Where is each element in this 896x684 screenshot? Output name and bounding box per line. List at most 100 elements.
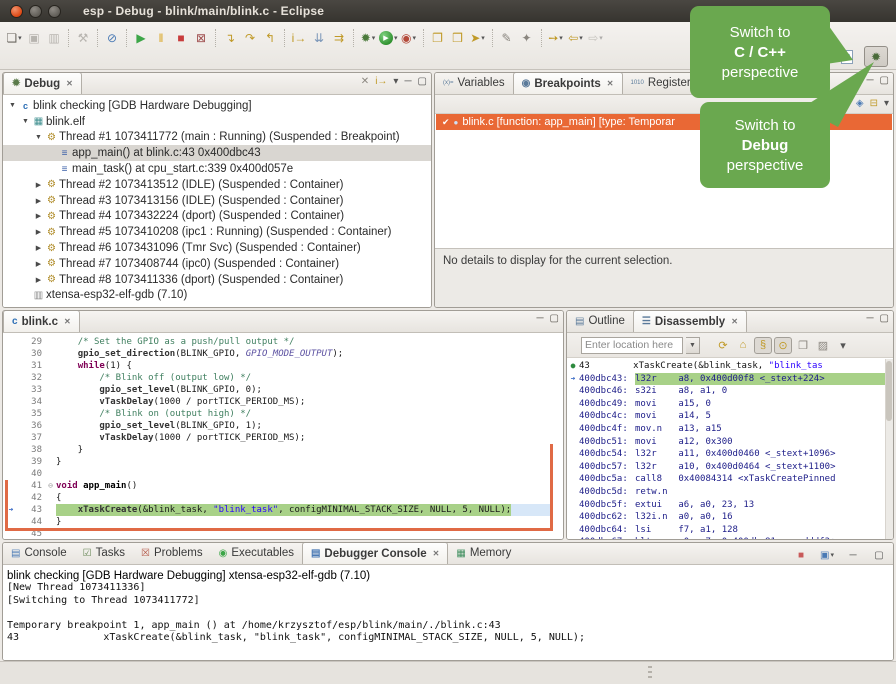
expander-icon[interactable]: ▶ [33,228,44,236]
chevron-down-icon[interactable]: ▾ [413,34,417,42]
tree-item[interactable]: ▶⚙Thread #2 1073413512 (IDLE) (Suspended… [3,177,431,193]
sash-grip[interactable] [648,666,652,680]
use-step-filters-icon[interactable]: ⇉ [330,29,348,47]
disassembly-row[interactable]: 400dbc5f:extui a6, a0, 23, 13 [567,499,893,512]
minimize-icon[interactable]: ─ [536,313,543,324]
disassembly-row[interactable]: 400dbc4c:movi a14, 5 [567,410,893,423]
console-output[interactable]: blink checking [GDB Hardware Debugging] … [3,566,893,660]
tree-item[interactable]: ▶⚙Thread #8 1073411336 (dport) (Suspende… [3,272,431,288]
tree-item[interactable]: ▶⚙Thread #5 1073410208 (ipc1 : Running) … [3,224,431,240]
close-icon[interactable]: ✕ [731,317,738,326]
open-folder-icon[interactable]: ❒ [449,29,467,47]
expander-icon[interactable]: ▶ [33,197,44,205]
tree-item[interactable]: ▼cblink checking [GDB Hardware Debugging… [3,98,431,114]
pin-view-icon[interactable]: ▨ [814,337,832,354]
tree-item[interactable]: ▥xtensa-esp32-elf-gdb (7.10) [3,288,431,304]
window-maximize-button[interactable] [48,5,61,18]
tree-item[interactable]: ▶⚙Thread #4 1073432224 (dport) (Suspende… [3,209,431,225]
skip-all-breakpoints-icon[interactable]: ⊘ [103,29,121,47]
launch-icon[interactable]: ➤▾ [469,29,487,47]
disconnect-icon[interactable]: ⊠ [192,29,210,47]
chevron-down-icon[interactable]: ▾ [372,34,376,42]
chevron-down-icon[interactable]: ▾ [394,34,398,42]
disassembly-row[interactable]: 400dbc54:l32r a11, 0x400d0460 <_stext+10… [567,448,893,461]
breakpoint-checkbox[interactable]: ✔ [442,117,450,128]
tree-item[interactable]: ≡main_task() at cpu_start.c:339 0x400d05… [3,161,431,177]
suspend-icon[interactable]: ‖ [152,29,170,47]
disassembly-row[interactable]: 400dbc49:movi a15, 0 [567,398,893,411]
display-console-icon[interactable]: ▣▾ [818,546,836,564]
step-over-icon[interactable]: ↷ [241,29,259,47]
chevron-down-icon[interactable]: ▾ [18,34,22,42]
disassembly-row[interactable]: 400dbc5d:retw.n [567,486,893,499]
tab-executables[interactable]: ◉Executables [211,542,302,564]
window-close-button[interactable] [10,5,23,18]
tree-item[interactable]: ▶⚙Thread #7 1073408744 (ipc0) (Suspended… [3,256,431,272]
maximize-icon[interactable]: ▢ [880,313,889,324]
expander-icon[interactable]: ▼ [20,118,31,125]
instruction-stepping-icon[interactable]: i→ [290,29,308,47]
close-icon[interactable]: ✕ [433,549,440,558]
expander-icon[interactable]: ▶ [33,212,44,220]
external-tools-icon[interactable]: ◉▾ [400,29,418,47]
cpp-perspective-icon[interactable]: C [835,46,859,67]
tree-item[interactable]: ≡app_main() at blink.c:43 0x400dbc43 [3,145,431,161]
chevron-down-icon[interactable]: ▾ [579,34,583,42]
last-edit-location-icon[interactable]: ➙▾ [547,29,565,47]
chevron-down-icon[interactable]: ▾ [599,34,603,42]
home-icon[interactable]: ⌂ [734,337,752,354]
drop-to-frame-icon[interactable]: ⇊ [310,29,328,47]
close-icon[interactable]: ✕ [607,79,614,88]
fold-icon[interactable]: ⊖ [45,480,56,492]
minimize-icon[interactable]: ─ [404,76,411,87]
disassembly-row[interactable]: 400dbc62:l32i.n a0, a0, 16 [567,511,893,524]
open-new-view-icon[interactable]: ❐ [794,337,812,354]
scrollbar[interactable] [885,359,893,539]
disassembly-row[interactable]: ➔400dbc43:l32r a8, 0x400d00f8 <_stext+22… [567,373,893,386]
close-icon[interactable]: ✕ [66,79,73,88]
chevron-down-icon[interactable]: ▾ [559,34,563,42]
maximize-icon[interactable]: ▢ [550,313,559,324]
chevron-down-icon[interactable]: ▼ [686,337,700,354]
tab-debug[interactable]: ✹Debug✕ [3,72,82,94]
tree-item[interactable]: ▶⚙Thread #6 1073431096 (Tmr Svc) (Suspen… [3,240,431,256]
code-line[interactable]: 32 /* Blink off (output low) */ [3,372,563,384]
view-menu-icon[interactable]: ▾ [393,76,398,87]
expander-icon[interactable]: ▶ [33,260,44,268]
run-icon[interactable]: ▶▾ [379,29,398,47]
tab-variables[interactable]: (x)=Variables [435,72,513,94]
code-line[interactable]: 35 /* Blink on (output high) */ [3,408,563,420]
save-icon[interactable]: ▣ [25,29,43,47]
location-input[interactable] [581,337,683,354]
code-line[interactable]: 33 gpio_set_level(BLINK_GPIO, 0); [3,384,563,396]
expander-icon[interactable]: ▶ [33,244,44,252]
disassembly-row[interactable]: 400dbc5a:call8 0x40084314 <xTaskCreatePi… [567,473,893,486]
expander-icon[interactable]: ▼ [33,134,44,141]
tab-console[interactable]: ▤Console [3,542,75,564]
disassembly-row[interactable]: 400dbc64:lsi f7, a1, 128 [567,524,893,537]
back-icon[interactable]: ⇦▾ [567,29,585,47]
tab-blink-c[interactable]: cblink.c✕ [3,310,80,332]
terminate-icon[interactable]: ■ [792,546,810,564]
maximize-icon[interactable]: ▢ [870,546,888,564]
sync-selection-icon[interactable]: ⊙ [774,337,792,354]
tab-memory[interactable]: ▦Memory [448,542,519,564]
close-icon[interactable]: ✕ [64,317,71,326]
code-line[interactable]: 30 gpio_set_direction(BLINK_GPIO, GPIO_M… [3,348,563,360]
code-line[interactable]: 34 vTaskDelay(1000 / portTICK_PERIOD_MS)… [3,396,563,408]
remove-all-terminated-icon[interactable]: ✕ [361,76,369,87]
disassembly-row[interactable]: 400dbc51:movi a12, 0x300 [567,436,893,449]
new-cpp-file-icon[interactable]: ❐ [429,29,447,47]
show-supported-breakpoints-icon[interactable]: ◈ [856,98,864,109]
instruction-stepping-mode-icon[interactable]: i→ [375,76,387,87]
expander-icon[interactable]: ▶ [33,276,44,284]
code-line[interactable]: 39} [3,456,563,468]
disassembly-row[interactable]: 400dbc4f:mov.n a13, a15 [567,423,893,436]
build-icon[interactable]: ⚒ [74,29,92,47]
code-line[interactable]: 41⊖void app_main() [3,480,563,492]
annotations-icon[interactable]: ✦ [518,29,536,47]
tab-disassembly[interactable]: ☰Disassembly✕ [633,310,747,332]
tree-item[interactable]: ▼⚙Thread #1 1073411772 (main : Running) … [3,130,431,146]
tree-item[interactable]: ▶⚙Thread #3 1073413156 (IDLE) (Suspended… [3,193,431,209]
maximize-icon[interactable]: ▢ [418,76,427,87]
